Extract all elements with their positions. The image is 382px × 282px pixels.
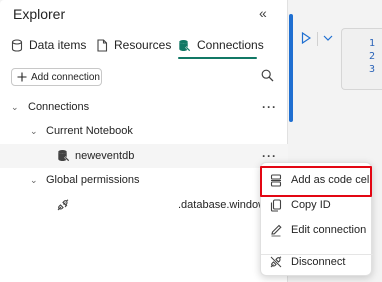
context-menu: Add as code cell Copy ID Edit connection… — [260, 162, 373, 276]
toolbar-divider — [317, 32, 318, 46]
plug-disconnect-icon — [270, 256, 282, 268]
add-connection-button[interactable]: Add connection — [11, 68, 102, 86]
tree-row-current-notebook[interactable]: ⌄ Current Notebook — [0, 119, 288, 143]
cylinder-icon — [11, 38, 23, 52]
tree-row-global-item[interactable]: .database.windows — [0, 193, 288, 217]
line-number: 3 — [369, 64, 376, 75]
more-options-icon[interactable]: ··· — [262, 100, 277, 114]
tab-label: Connections — [197, 38, 264, 52]
tree-label-current-notebook: Current Notebook — [46, 125, 133, 137]
menu-item-label: Add as code cell — [291, 174, 372, 186]
plug-icon — [57, 199, 69, 211]
tab-label: Data items — [29, 38, 87, 52]
more-options-icon[interactable]: ··· — [262, 149, 277, 163]
menu-item-add-as-code-cell[interactable]: Add as code cell — [260, 166, 373, 197]
add-connection-label: Add connection — [31, 71, 100, 83]
tab-connections[interactable]: Connections — [178, 33, 264, 57]
tab-resources[interactable]: Resources — [96, 33, 171, 57]
menu-item-label: Edit connection — [291, 224, 367, 236]
pencil-icon — [271, 224, 282, 236]
code-cell[interactable]: 1 2 3 — [341, 28, 382, 90]
search-icon — [261, 69, 274, 82]
connection-name: neweventdb — [75, 150, 135, 162]
collapse-panel-button[interactable]: « — [259, 5, 267, 21]
global-item-label: .database.windows — [178, 199, 262, 211]
chevron-down-icon[interactable]: ⌄ — [30, 175, 38, 186]
menu-item-disconnect[interactable]: Disconnect — [261, 250, 373, 274]
tab-data-items[interactable]: Data items — [11, 33, 86, 57]
tree-row-connections[interactable]: ⌄ Connections ··· — [0, 95, 288, 119]
chevron-down-icon[interactable]: ⌄ — [30, 126, 38, 137]
code-cell-icon — [270, 173, 282, 187]
explorer-panel: Explorer « Data items Resources Connecti… — [0, 0, 288, 282]
line-number: 1 — [369, 38, 376, 49]
menu-item-label: Copy ID — [291, 199, 331, 211]
menu-item-edit-connection[interactable]: Edit connection — [261, 218, 373, 242]
tab-bar: Data items Resources Connections — [0, 33, 288, 61]
tab-label: Resources — [114, 38, 172, 52]
panel-title: Explorer — [13, 6, 66, 22]
line-number: 2 — [369, 51, 376, 62]
copy-icon — [270, 198, 282, 212]
run-cell-icon[interactable] — [301, 32, 311, 44]
database-icon — [58, 150, 70, 162]
tree-label-global-permissions: Global permissions — [46, 174, 140, 186]
menu-item-label: Disconnect — [291, 256, 346, 268]
tree-row-neweventdb[interactable]: neweventdb ··· — [0, 144, 288, 168]
menu-item-copy-id[interactable]: Copy ID — [261, 193, 373, 217]
tree-row-global-permissions[interactable]: ⌄ Global permissions — [0, 168, 288, 192]
database-link-icon — [179, 39, 191, 52]
active-tab-indicator — [178, 57, 257, 59]
document-icon — [97, 38, 108, 52]
chevron-down-icon[interactable]: ⌄ — [11, 102, 19, 113]
tree-label-connections: Connections — [28, 101, 90, 113]
search-button[interactable] — [261, 69, 274, 87]
plus-icon — [17, 72, 27, 82]
editor-scroll-indicator[interactable] — [289, 14, 293, 122]
chevron-down-icon[interactable] — [323, 34, 333, 42]
